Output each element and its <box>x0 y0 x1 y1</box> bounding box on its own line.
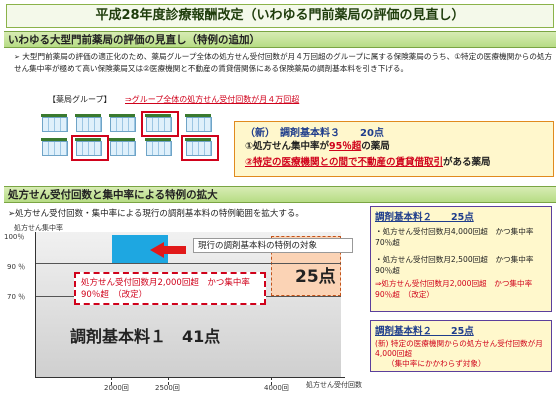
pharmacy-building-icon <box>41 114 68 132</box>
fee2-criterion-1: ・処方せん受付回数月4,000回超 かつ集中率70％超 <box>375 227 534 247</box>
fee2-score: 25点 <box>295 267 336 287</box>
fee2-new-header: 調剤基本料２ 25点 <box>375 326 474 337</box>
section2-intro: ➢処方せん受付回数・集中率による現行の調剤基本料の特例範囲を拡大する。 <box>8 209 304 219</box>
fee2-new-box: 調剤基本料２ 25点 (新) 特定の医療機関からの処方せん受付回数が月4,000… <box>370 320 552 372</box>
pharmacy-building-icon <box>145 138 172 156</box>
fee2-new-note: （集中率にかかわらず対象） <box>387 359 486 368</box>
condition-1-post: の薬局 <box>361 141 390 152</box>
pharmacy-building-icon <box>41 138 68 156</box>
x-tick: 2000回 <box>104 384 129 392</box>
condition-1-highlight: 95％超 <box>329 141 362 152</box>
arrow-label: 現行の調剤基本料の特例の対象 <box>193 238 353 253</box>
page-title: 平成28年度診療報酬改定（いわゆる門前薬局の評価の見直し） <box>6 4 554 28</box>
new-fee-box: （新） 調剤基本料３ 20点 ①処方せん集中率が95％超の薬局 ②特定の医療機関… <box>234 121 554 177</box>
fee2-criterion-3: ⇒処方せん受付回数月2,000回超 かつ集中率90％超 （改定） <box>375 279 533 299</box>
section2-heading: 処方せん受付回数と集中率による特例の拡大 <box>4 186 556 203</box>
condition-2-highlight: ②特定の医療機関との間で不動産の賃貸借取引 <box>245 157 443 168</box>
highlight-frame <box>141 111 179 137</box>
fee1-label: 調剤基本料１ 41点 <box>70 327 221 346</box>
condition-1-pre: ①処方せん集中率が <box>245 141 330 152</box>
y-axis-line <box>35 232 36 377</box>
section1-heading: いわゆる大型門前薬局の評価の見直し（特例の追加） <box>4 31 556 48</box>
fee2-new-criterion: (新) 特定の医療機関からの処方せん受付回数が月4,000回超 <box>375 339 543 358</box>
fee2-header: 調剤基本料２ 25点 <box>375 212 474 223</box>
condition-2-post: がある薬局 <box>442 157 491 168</box>
pharmacy-building-icon <box>185 114 212 132</box>
y-tick: 70 ％ <box>7 293 26 301</box>
y-tick: 90 ％ <box>7 263 26 271</box>
section1-body-text: 大型門前薬局の評価の適正化のため、薬局グループ全体の処方せん受付回数が月４万回超… <box>14 52 553 73</box>
bullet-icon: ➢ <box>14 53 20 61</box>
x-axis-title: 処方せん受付回数 <box>306 381 362 389</box>
condition-2: ②特定の医療機関との間で不動産の賃貸借取引がある薬局 <box>245 154 490 168</box>
y-tick: 100％ <box>4 233 25 241</box>
pharmacy-building-icon <box>75 114 102 132</box>
highlight-frame <box>181 135 219 161</box>
fee2-criterion-2: ・処方せん受付回数月2,500回超 かつ集中率90％超 <box>375 255 534 275</box>
arrow-shaft <box>164 246 186 254</box>
condition-1: ①処方せん集中率が95％超の薬局 <box>245 138 390 152</box>
arrow-head-icon <box>150 242 164 258</box>
group-note: ⇒グループ全体の処方せん受付回数が月４万回超 <box>125 95 300 104</box>
x-tick: 4000回 <box>264 384 289 392</box>
pharmacy-building-icon <box>109 114 136 132</box>
pharmacy-building-icon <box>109 138 136 156</box>
section1-body: ➢ 大型門前薬局の評価の適正化のため、薬局グループ全体の処方せん受付回数が月４万… <box>14 51 554 74</box>
x-tick: 2500回 <box>155 384 180 392</box>
x-axis-line <box>35 377 345 378</box>
new-fee-header: （新） 調剤基本料３ 20点 <box>245 128 384 139</box>
fee2-criteria-box: 調剤基本料２ 25点 ・処方せん受付回数月4,000回超 かつ集中率70％超 ・… <box>370 206 552 312</box>
highlight-frame <box>71 135 109 161</box>
group-label: 【薬局グループ】 <box>48 95 112 104</box>
revision-note: 処方せん受付回数月2,000回超 かつ集中率90％超 （改定） <box>74 272 266 305</box>
